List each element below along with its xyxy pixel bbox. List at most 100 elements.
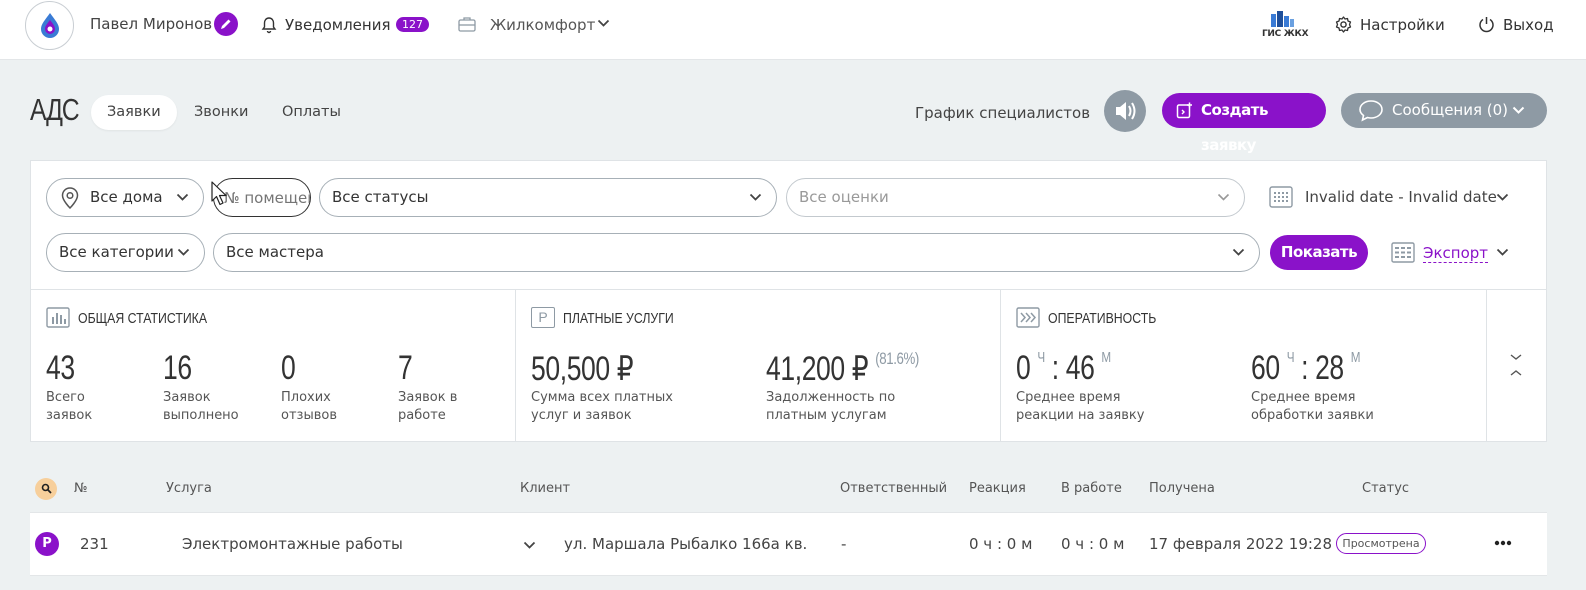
categories-filter[interactable]: Все категории — [46, 233, 205, 272]
date-range-selector[interactable]: Invalid date - Invalid date — [1305, 188, 1497, 206]
power-icon[interactable] — [1478, 16, 1495, 33]
create-request-button[interactable]: Создать заявку — [1162, 93, 1326, 154]
app-logo[interactable] — [25, 1, 74, 50]
tab-calls[interactable]: Звонки — [178, 95, 264, 130]
request-client: ул. Маршала Рыбалко 166а кв. — [564, 535, 808, 553]
chevron-down-icon — [177, 248, 190, 256]
status-filter-value: Все статусы — [332, 188, 429, 206]
bell-icon[interactable] — [261, 16, 277, 34]
column-header-responsible[interactable]: Ответственный — [840, 481, 947, 497]
chevron-down-icon[interactable] — [523, 541, 536, 550]
status-badge: Просмотрена — [1336, 533, 1426, 554]
paid-total-value: 50,500 ₽ — [531, 350, 634, 388]
column-header-status[interactable]: Статус — [1362, 481, 1409, 497]
speaker-icon — [1116, 102, 1136, 120]
collapse-stats-icon[interactable] — [1509, 353, 1523, 377]
ruble-icon: Р — [531, 307, 555, 328]
chevron-down-icon — [1512, 106, 1525, 114]
categories-filter-value: Все категории — [59, 243, 174, 261]
bar-chart-icon — [46, 307, 70, 328]
more-options-icon[interactable] — [1494, 540, 1512, 546]
show-button[interactable]: Показать — [1270, 235, 1368, 270]
column-header-received[interactable]: Получена — [1149, 481, 1215, 497]
stat-value: 7 — [398, 349, 413, 387]
column-header-number[interactable]: № — [74, 481, 88, 497]
chevron-down-icon — [749, 193, 762, 201]
ratings-filter-value: Все оценки — [799, 188, 889, 206]
create-request-label: Создать заявку — [1201, 101, 1268, 154]
processing-time-value: 60 Ч : 28 М — [1251, 349, 1361, 387]
messages-button[interactable]: Сообщения (0) — [1341, 93, 1547, 128]
request-number[interactable]: 231 — [80, 535, 109, 553]
chevron-down-icon — [176, 193, 189, 201]
logo-drop-icon — [41, 13, 59, 38]
chevron-down-icon[interactable] — [1496, 193, 1509, 202]
column-header-reaction[interactable]: Реакция — [969, 481, 1026, 497]
pencil-icon — [221, 19, 231, 29]
tab-requests[interactable]: Заявки — [91, 95, 177, 130]
stats-column-divider — [1486, 289, 1487, 442]
search-icon — [41, 483, 52, 494]
notifications-count-badge: 127 — [396, 17, 429, 32]
chevron-down-icon — [1217, 193, 1230, 201]
efficiency-title: ОПЕРАТИВНОСТЬ — [1048, 310, 1157, 327]
houses-filter[interactable]: Все дома — [46, 178, 204, 217]
organization-selector[interactable]: Жилкомфорт — [490, 16, 595, 34]
request-received-date: 17 февраля 2022 19:28 — [1149, 535, 1333, 553]
chat-bubble-icon — [1359, 100, 1383, 122]
edit-profile-button[interactable] — [214, 12, 238, 36]
paid-request-icon: Р — [35, 532, 59, 556]
stat-label: Заявок в работе — [398, 390, 458, 423]
logout-link[interactable]: Выход — [1503, 16, 1554, 34]
page-title: АДС — [30, 92, 80, 127]
request-responsible: - — [841, 535, 847, 553]
map-pin-icon — [61, 187, 79, 209]
request-work-time: 0 ч : 0 м — [1061, 535, 1125, 553]
masters-filter[interactable]: Все мастера — [213, 233, 1260, 272]
processing-time-label: Среднее время обработки заявки — [1251, 390, 1374, 423]
stat-value: 43 — [46, 349, 75, 387]
stats-column-divider — [515, 289, 516, 442]
sound-toggle-button[interactable] — [1104, 90, 1146, 132]
chevron-down-icon[interactable] — [597, 19, 610, 28]
request-service: Электромонтажные работы — [182, 535, 403, 553]
column-header-service[interactable]: Услуга — [166, 481, 212, 497]
calendar-icon[interactable] — [1269, 186, 1293, 208]
stat-value: 16 — [163, 349, 192, 387]
table-search-button[interactable] — [35, 478, 57, 500]
ratings-filter[interactable]: Все оценки — [786, 178, 1245, 217]
tab-payments[interactable]: Оплаты — [266, 95, 357, 130]
stat-label: Заявок выполнено — [163, 390, 239, 423]
reaction-time-label: Среднее время реакции на заявку — [1016, 390, 1145, 423]
chevron-down-icon[interactable] — [1496, 248, 1509, 257]
gis-zhkh-label: ГИС ЖКХ — [1262, 29, 1309, 39]
stat-value: 0 — [281, 349, 296, 387]
add-document-icon — [1176, 102, 1192, 119]
table-export-icon[interactable] — [1391, 242, 1415, 263]
notifications-link[interactable]: Уведомления — [285, 16, 390, 34]
stats-column-divider — [1000, 289, 1001, 442]
messages-label: Сообщения (0) — [1392, 101, 1509, 119]
chevron-down-icon — [1232, 248, 1245, 256]
houses-filter-value: Все дома — [90, 188, 163, 206]
stat-label: Плохих отзывов — [281, 390, 337, 423]
paid-services-title: ПЛАТНЫЕ УСЛУГИ — [563, 310, 674, 327]
user-name[interactable]: Павел Миронов — [90, 15, 212, 33]
table-divider — [30, 575, 1547, 576]
gear-icon[interactable] — [1335, 16, 1352, 33]
column-header-client[interactable]: Клиент — [520, 481, 570, 497]
status-filter[interactable]: Все статусы — [319, 178, 777, 217]
settings-link[interactable]: Настройки — [1360, 16, 1445, 34]
briefcase-icon — [458, 17, 476, 32]
general-stats-title: ОБЩАЯ СТАТИСТИКА — [78, 310, 208, 327]
fast-forward-icon — [1016, 307, 1040, 328]
column-header-in-work[interactable]: В работе — [1061, 481, 1122, 497]
export-link[interactable]: Экспорт — [1423, 244, 1489, 263]
paid-debt-label: Задолженность по платным услугам — [766, 390, 896, 423]
stats-divider — [31, 289, 1547, 290]
stat-label: Всего заявок — [46, 390, 93, 423]
specialists-schedule-link[interactable]: График специалистов — [915, 104, 1090, 122]
paid-total-label: Сумма всех платных услуг и заявок — [531, 390, 673, 423]
mouse-cursor-icon — [211, 181, 227, 206]
masters-filter-value: Все мастера — [226, 243, 324, 261]
